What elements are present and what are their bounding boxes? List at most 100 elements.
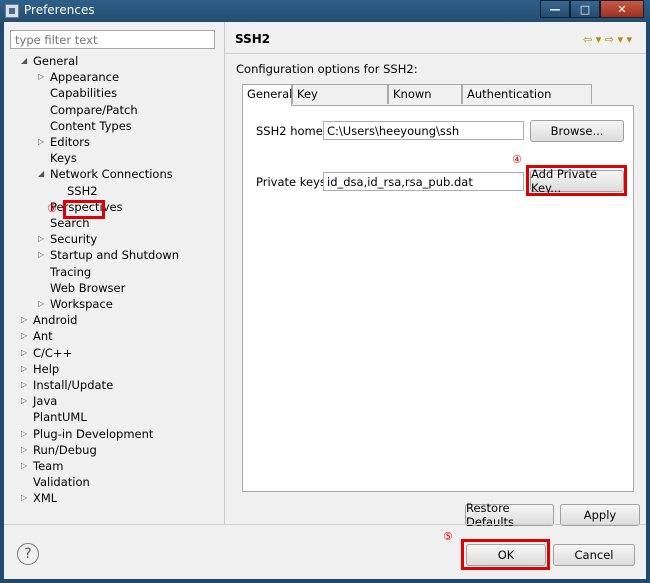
browse-button[interactable]: Browse...	[530, 120, 624, 142]
tree-item-tracing[interactable]: Tracing	[4, 264, 219, 280]
tree-item-label: Install/Update	[33, 378, 114, 392]
collapsed-arrow-icon[interactable]: ▷	[21, 361, 27, 377]
tree-item-java[interactable]: ▷ Java	[4, 393, 219, 409]
tree-item-label: Capabilities	[50, 86, 118, 101]
tree-item-ant[interactable]: ▷ Ant	[4, 328, 219, 344]
tree-item-label: Tracing	[50, 264, 92, 279]
cancel-button[interactable]: Cancel	[553, 544, 635, 566]
tab-authentication-methods[interactable]: Authentication Methods	[462, 84, 592, 119]
tab-general[interactable]: General	[242, 84, 292, 106]
preference-page: SSH2 ⇦ ▾ ⇨ ▾ ▾ Configuration options for…	[225, 22, 646, 529]
collapsed-arrow-icon[interactable]: ▷	[21, 442, 27, 458]
apply-button[interactable]: Apply	[560, 504, 640, 526]
window-controls: — □ ✕	[540, 0, 644, 18]
collapsed-arrow-icon[interactable]: ▷	[21, 490, 27, 506]
general-tab-panel: SSH2 home: Browse... Private keys: Add P…	[242, 105, 634, 492]
collapsed-arrow-icon[interactable]: ▷	[21, 312, 27, 328]
tree-item-search[interactable]: Search	[4, 215, 219, 231]
tree-item-label: XML	[33, 491, 58, 506]
tree-item-xml[interactable]: ▷ XML	[4, 490, 219, 506]
tree-item-capabilities[interactable]: Capabilities	[4, 85, 219, 101]
tree-item-run-debug[interactable]: ▷ Run/Debug	[4, 442, 219, 458]
tree-item-validation[interactable]: Validation	[4, 474, 219, 490]
app-icon	[5, 4, 19, 18]
page-title: SSH2	[235, 32, 271, 46]
tree-item-team[interactable]: ▷ Team	[4, 458, 219, 474]
tree-item-help[interactable]: ▷ Help	[4, 361, 219, 377]
tree-item-label: Java	[33, 394, 58, 409]
tree-item-plantuml[interactable]: PlantUML	[4, 409, 219, 425]
collapsed-arrow-icon[interactable]: ▷	[21, 377, 27, 393]
tree-item-label: Editors	[50, 135, 91, 149]
collapsed-arrow-icon[interactable]: ▷	[21, 426, 27, 442]
filter-input[interactable]	[10, 30, 215, 49]
collapsed-arrow-icon[interactable]: ▷	[21, 458, 27, 474]
step-5-marker: ⑤	[443, 530, 453, 543]
ssh2-home-label: SSH2 home:	[256, 124, 327, 138]
collapsed-arrow-icon[interactable]: ▷	[21, 393, 27, 409]
tree-item-label: Team	[33, 459, 64, 473]
page-description: Configuration options for SSH2:	[236, 62, 418, 76]
tree-item-label: Network Connections	[50, 167, 173, 182]
tree-item-editors[interactable]: ▷ Editors	[4, 134, 219, 150]
tree-item-workspace[interactable]: ▷ Workspace	[4, 296, 219, 312]
tree-item-c-c[interactable]: ▷ C/C++	[4, 345, 219, 361]
tree-item-ssh2[interactable]: SSH2	[4, 183, 219, 199]
tree-item-label: Security	[50, 232, 98, 247]
tree-item-label: SSH2	[67, 183, 98, 198]
dialog-client: ◢General▷AppearanceCapabilitiesCompare/P…	[4, 22, 646, 579]
preference-tree: ◢ General ▷ Appearance Capabilities Compare/P…	[4, 53, 224, 543]
tree-item-keys[interactable]: Keys	[4, 150, 219, 166]
tree-item-plug-in-development[interactable]: ▷ Plug-in Development	[4, 426, 219, 442]
tree-item-compare-patch[interactable]: Compare/Patch	[4, 102, 219, 118]
tree-item-label: Keys	[50, 151, 77, 166]
expanded-arrow-icon[interactable]: ◢	[21, 53, 27, 69]
tree-item-network-connections[interactable]: ◢ Network Connections	[4, 166, 219, 182]
tab-known-hosts[interactable]: Known Hosts	[388, 84, 462, 119]
minimize-button[interactable]: —	[540, 0, 570, 18]
tree-item-web-browser[interactable]: Web Browser	[4, 280, 219, 296]
tree-item-label: Startup and Shutdown	[50, 248, 180, 263]
step-4-marker: ④	[512, 153, 522, 166]
restore-defaults-button[interactable]: Restore Defaults	[465, 501, 554, 529]
tree-item-label: Workspace	[50, 297, 113, 311]
button-bar-separator	[4, 524, 646, 525]
window-title: Preferences	[24, 3, 95, 17]
help-icon[interactable]: ?	[17, 543, 39, 565]
collapsed-arrow-icon[interactable]: ▷	[38, 69, 44, 85]
tree-item-label: Appearance	[50, 70, 120, 85]
title-bar: Preferences — □ ✕	[0, 0, 650, 22]
ok-highlight	[461, 539, 550, 570]
tree-item-appearance[interactable]: ▷ Appearance	[4, 69, 219, 85]
expanded-arrow-icon[interactable]: ◢	[38, 166, 44, 182]
tree-item-content-types[interactable]: Content Types	[4, 118, 219, 134]
private-keys-field[interactable]	[323, 172, 524, 191]
collapsed-arrow-icon[interactable]: ▷	[21, 345, 27, 361]
tree-item-security[interactable]: ▷ Security	[4, 231, 219, 247]
tree-item-perspectives[interactable]: Perspectives	[4, 199, 219, 215]
ssh2-home-field[interactable]	[323, 121, 524, 140]
tree-item-label: Compare/Patch	[50, 102, 138, 117]
tree-item-label: Content Types	[50, 118, 132, 133]
collapsed-arrow-icon[interactable]: ▷	[38, 247, 44, 263]
tree-item-label: Help	[33, 361, 60, 376]
collapsed-arrow-icon[interactable]: ▷	[38, 296, 44, 312]
tree-item-label: Web Browser	[50, 280, 126, 295]
collapsed-arrow-icon[interactable]: ▷	[38, 231, 44, 247]
tree-item-label: Plug-in Development	[33, 426, 154, 441]
tree-item-general[interactable]: ◢ General	[4, 53, 219, 69]
tree-item-android[interactable]: ▷ Android	[4, 312, 219, 328]
private-keys-label: Private keys:	[256, 175, 330, 189]
close-button[interactable]: ✕	[600, 0, 644, 18]
preferences-window: Preferences — □ ✕ ◢General▷AppearanceCap…	[0, 0, 650, 583]
navigation-arrows[interactable]: ⇦ ▾ ⇨ ▾ ▾	[583, 33, 632, 46]
tree-item-label: Android	[33, 313, 78, 328]
tree-item-label: General	[33, 54, 79, 68]
tab-key-management[interactable]: Key Management	[292, 84, 388, 119]
tree-item-label: C/C++	[33, 345, 73, 360]
maximize-button[interactable]: □	[570, 0, 600, 18]
collapsed-arrow-icon[interactable]: ▷	[21, 328, 27, 344]
tree-item-startup-and-shutdown[interactable]: ▷ Startup and Shutdown	[4, 247, 219, 263]
tree-item-install-update[interactable]: ▷ Install/Update	[4, 377, 219, 393]
collapsed-arrow-icon[interactable]: ▷	[38, 134, 44, 150]
